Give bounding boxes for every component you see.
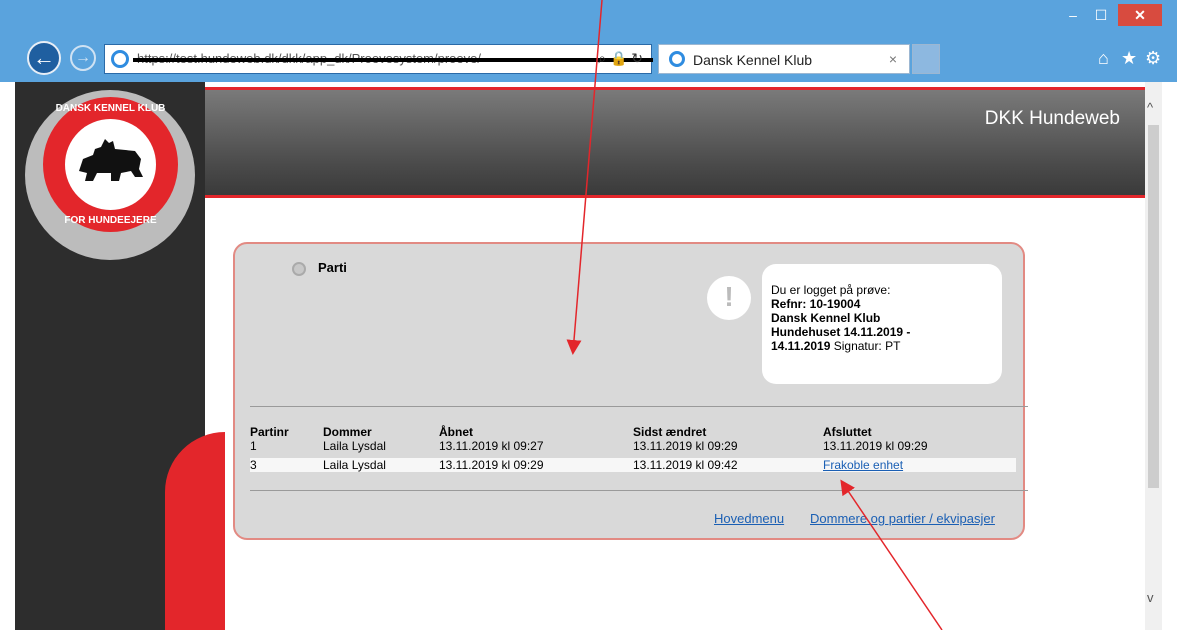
col-header-afsluttet: Afsluttet [823,425,872,439]
scrollbar-thumb[interactable] [1148,125,1159,488]
judges-parties-link[interactable]: Dommere og partier / ekvipasjer [810,511,995,526]
ie-icon [669,51,685,67]
new-tab-button[interactable] [912,44,940,74]
notice-date: 14.11.2019 [771,339,831,353]
divider [250,406,1028,407]
header-divider [205,195,1160,198]
scroll-up-icon[interactable]: ^ [1147,100,1153,115]
cell-aabnet: 13.11.2019 kl 09:27 [439,439,544,453]
cell-dommer: Laila Lysdal [323,439,386,453]
minimize-button[interactable]: – [1060,4,1086,26]
col-header-aabnet: Åbnet [439,425,473,439]
disconnect-device-link[interactable]: Frakoble enhet [823,458,903,472]
notice-text: Du er logget på prøve: Refnr: 10-19004 D… [771,283,997,353]
ie-icon [111,50,129,68]
exclamation-icon: ! [724,281,734,312]
arrow-left-icon: ← [33,45,55,70]
dkk-logo[interactable]: DANSK KENNEL KLUB FOR HUNDEEJERE [43,97,178,232]
cell-partinr: 3 [250,458,257,472]
logo-top-text: DANSK KENNEL KLUB [55,103,166,114]
col-header-partinr: Partinr [250,425,289,439]
arrow-right-icon: → [75,49,91,66]
address-bar[interactable]: https://test.hundeweb.dk/dkk/app_dk/Proe… [104,44,653,74]
site-header: DKK Hundeweb [205,87,1160,195]
parti-bullet-icon [292,262,306,276]
cell-dommer: Laila Lysdal [323,458,386,472]
lock-icon: 🔒 [609,50,628,66]
close-window-button[interactable]: ✕ [1118,4,1162,26]
search-icon[interactable]: ⌕ [598,50,606,66]
col-header-sidst: Sidst ændret [633,425,707,439]
notice-line: Du er logget på prøve: [771,283,891,297]
maximize-button[interactable]: ☐ [1088,4,1114,26]
tab-title: Dansk Kennel Klub [693,52,813,68]
scroll-down-icon[interactable]: v [1147,590,1154,605]
cell-partinr: 1 [250,439,257,453]
cell-sidst: 13.11.2019 kl 09:42 [633,458,738,472]
main-menu-link[interactable]: Hovedmenu [714,511,784,526]
home-icon[interactable]: ⌂ [1098,48,1109,69]
redaction-bar [133,58,653,62]
favorites-star-icon[interactable]: ★ [1121,48,1137,69]
cell-afsluttet: 13.11.2019 kl 09:29 [823,439,928,453]
tab-close-icon[interactable]: × [889,51,897,67]
notice-signature: Signatur: PT [830,339,901,353]
back-button[interactable]: ← [27,41,61,75]
notice-venue: Hundehuset 14.11.2019 - [771,325,911,339]
address-actions[interactable]: ⌕ 🔒 ↻ [598,50,643,67]
section-label: Parti [318,260,347,275]
browser-tab[interactable]: Dansk Kennel Klub × [658,44,910,74]
divider [250,490,1028,491]
col-header-dommer: Dommer [323,425,372,439]
refresh-icon[interactable]: ↻ [631,50,643,66]
logo-bottom-text: FOR HUNDEEJERE [64,215,157,226]
sidebar-decoration [165,432,225,630]
notice-refnr: Refnr: 10-19004 [771,297,861,311]
cell-sidst: 13.11.2019 kl 09:29 [633,439,738,453]
forward-button[interactable]: → [70,45,96,71]
gear-icon[interactable]: ⚙ [1145,48,1161,69]
site-title: DKK Hundeweb [984,108,1120,129]
notice-club: Dansk Kennel Klub [771,311,881,325]
cell-aabnet: 13.11.2019 kl 09:29 [439,458,544,472]
notice-last-line: 14.11.2019 Signatur: PT [771,339,997,353]
